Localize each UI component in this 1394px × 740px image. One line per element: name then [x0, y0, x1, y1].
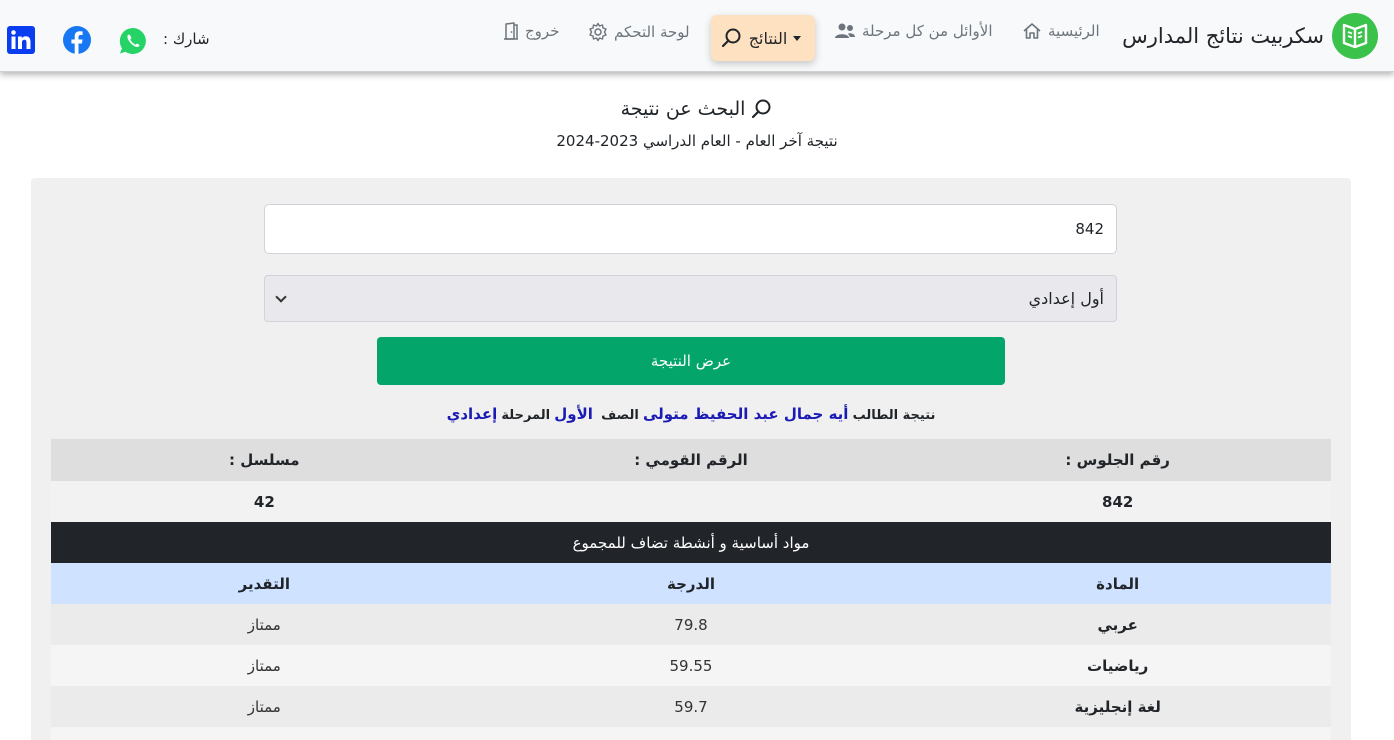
nav-results-label: النتائج — [748, 28, 788, 48]
search-icon — [752, 99, 771, 119]
grade-column-header: التقدير — [238, 574, 290, 593]
caret-down-icon — [793, 35, 802, 41]
nav-home[interactable]: الرئيسية — [1022, 22, 1100, 40]
search-subtitle: نتيجة آخر العام - العام الدراسي 2023-202… — [556, 132, 838, 150]
serial-header: مسلسل : — [229, 451, 300, 469]
grade-select[interactable]: أول إعدادي — [264, 275, 1117, 322]
subject-score: 79.8 — [674, 615, 708, 634]
table-row: عربي 79.8 ممتاز — [51, 604, 1331, 645]
info-header-row: رقم الجلوس : الرقم القومي : مسلسل : — [51, 439, 1331, 481]
gear-icon — [589, 22, 607, 42]
info-value-row: 842 42 — [51, 481, 1331, 522]
subject-grade: ممتاز — [247, 656, 281, 675]
subject-name: لغة إنجليزية — [1074, 697, 1161, 716]
whatsapp-icon[interactable] — [118, 26, 148, 56]
book-open-icon — [1332, 13, 1378, 59]
subject-grade: ممتاز — [247, 697, 281, 716]
subject-grade: ممتاز — [247, 615, 281, 634]
subject-score: 59.7 — [674, 697, 708, 716]
table-row: لغة إنجليزية 59.7 ممتاز — [51, 686, 1331, 727]
score-column-header: الدرجة — [667, 574, 715, 593]
nav-results-dropdown[interactable]: النتائج — [711, 15, 815, 61]
nav-logout-label: خروج — [525, 22, 560, 40]
stage-label: المرحلة — [501, 408, 551, 423]
grade-select-value: أول إعدادي — [1028, 289, 1104, 308]
nav-top-students-label: الأوائل من كل مرحلة — [862, 22, 993, 40]
subject-name: رياضيات — [1087, 656, 1149, 675]
search-card: أول إعدادي عرض النتيجة نتيجة الطالب أيه … — [31, 178, 1351, 740]
brand[interactable]: سكربيت نتائج المدارس — [1122, 13, 1378, 59]
linkedin-icon[interactable] — [7, 26, 35, 54]
seat-number-header: رقم الجلوس : — [1065, 451, 1170, 469]
student-stage: إعدادي — [446, 405, 498, 423]
student-name: أيه جمال عبد الحفيظ متولى — [642, 405, 849, 423]
student-prefix: نتيجة الطالب — [852, 408, 936, 423]
top-navbar: سكربيت نتائج المدارس الرئيسية الأوائل من… — [0, 0, 1394, 72]
serial-value: 42 — [253, 492, 275, 511]
grade-label: الصف — [601, 408, 639, 423]
subject-score: 59.55 — [669, 656, 713, 675]
brand-title: سكربيت نتائج المدارس — [1122, 24, 1324, 48]
nav-dashboard[interactable]: لوحة التحكم — [588, 22, 690, 42]
search-icon — [721, 28, 741, 48]
national-id-value — [478, 481, 905, 522]
student-grade: الأول — [554, 405, 593, 423]
national-id-header: الرقم القومي : — [634, 451, 748, 469]
nav-logout[interactable]: خروج — [503, 22, 559, 40]
table-row — [51, 727, 1331, 740]
student-result-line: نتيجة الطالب أيه جمال عبد الحفيظ متولى ا… — [31, 405, 1351, 423]
seat-number-value: 842 — [1102, 492, 1134, 511]
nav-home-label: الرئيسية — [1048, 22, 1100, 40]
users-icon — [835, 23, 855, 38]
share-label: شارك : — [163, 30, 210, 48]
home-icon — [1023, 23, 1041, 39]
search-title: البحث عن نتيجة — [620, 98, 746, 120]
show-result-button[interactable]: عرض النتيجة — [377, 337, 1005, 385]
nav-dashboard-label: لوحة التحكم — [614, 23, 690, 41]
subject-name: عربي — [1097, 615, 1138, 634]
facebook-icon[interactable] — [63, 26, 91, 54]
chevron-down-icon — [275, 290, 287, 303]
nav-top-students[interactable]: الأوائل من كل مرحلة — [834, 22, 993, 40]
subjects-header-row: المادة الدرجة التقدير — [51, 563, 1331, 604]
door-icon — [504, 22, 518, 40]
seat-number-input[interactable] — [264, 204, 1117, 254]
search-heading: البحث عن نتيجة — [0, 98, 1394, 120]
table-row: رياضيات 59.55 ممتاز — [51, 645, 1331, 686]
section-title: مواد أساسية و أنشطة تضاف للمجموع — [51, 522, 1331, 563]
subject-column-header: المادة — [1096, 574, 1140, 593]
